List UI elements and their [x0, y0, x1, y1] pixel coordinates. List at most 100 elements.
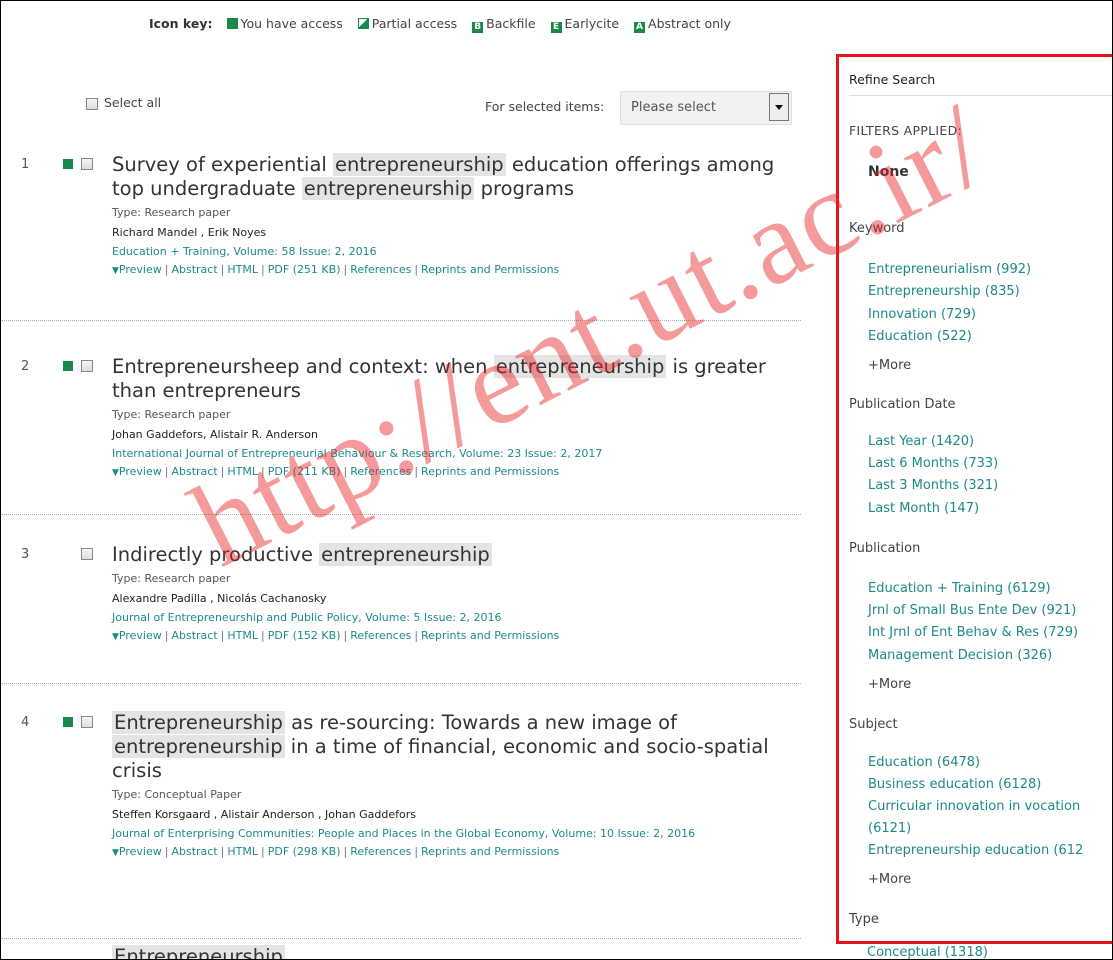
select-all-checkbox[interactable] — [86, 97, 98, 110]
result-links: ▼Preview | Abstract | HTML | PDF (211 KB) | Refe… — [112, 465, 560, 478]
facet-item[interactable]: Last 3 Months (321) — [868, 478, 998, 493]
refine-search-panel: Refine Search FILTERS APPLIED: None Keyw… — [836, 54, 1112, 944]
page-frame: Icon key: You have access Partial access… — [0, 0, 1113, 960]
full-access-icon — [226, 18, 238, 29]
facet-item[interactable]: Jrnl of Small Bus Ente Dev (921) — [868, 603, 1076, 618]
reprints-link[interactable]: Reprints and Permissions — [421, 629, 559, 642]
icon-key-item: Abstract only — [648, 16, 731, 31]
facet-title-type: Type — [849, 912, 879, 927]
result-number: 1 — [21, 157, 30, 172]
preview-link[interactable]: Preview — [119, 465, 162, 478]
facet-item[interactable]: Entrepreneurialism (992) — [868, 262, 1031, 277]
result-number: 3 — [21, 547, 30, 562]
result-divider — [1, 320, 801, 321]
filters-applied-value: None — [868, 164, 909, 180]
result-title-link[interactable]: Entrepreneurship as re-sourcing: Towards… — [112, 711, 802, 783]
partial-access-icon — [357, 18, 369, 29]
abstract-link[interactable]: Abstract — [171, 629, 217, 642]
icon-key: Icon key: You have access Partial access… — [149, 16, 731, 33]
full-access-icon — [63, 159, 73, 169]
facet-item[interactable]: Last Year (1420) — [868, 434, 974, 449]
abstract-only-icon: A — [634, 22, 646, 33]
result-title-link[interactable]: Entrepreneursheep and context: when entr… — [112, 355, 802, 403]
result-authors: Johan Gaddefors, Alistair R. Anderson — [112, 428, 318, 441]
icon-key-item: You have access — [240, 16, 343, 31]
result-journal-link[interactable]: Education + Training, Volume: 58 Issue: … — [112, 244, 802, 260]
icon-key-item: Earlycite — [564, 16, 620, 31]
pdf-link[interactable]: PDF (211 KB) — [268, 465, 341, 478]
refine-search-title: Refine Search — [849, 72, 936, 87]
html-link[interactable]: HTML — [227, 465, 258, 478]
publication-more-link[interactable]: +More — [868, 677, 911, 692]
html-link[interactable]: HTML — [227, 845, 258, 858]
caret-down-icon: ▼ — [112, 266, 119, 276]
select-all-label: Select all — [104, 95, 162, 110]
facet-item[interactable]: Education + Training (6129) — [868, 581, 1051, 596]
result-divider — [1, 514, 801, 515]
result-title-link[interactable]: Entrepreneurship — [112, 945, 802, 959]
result-authors: Steffen Korsgaard , Alistair Anderson , … — [112, 808, 416, 821]
facet-title-publication-date: Publication Date — [849, 397, 956, 412]
facet-item[interactable]: Last 6 Months (733) — [868, 456, 998, 471]
abstract-link[interactable]: Abstract — [171, 465, 217, 478]
references-link[interactable]: References — [350, 465, 411, 478]
result-type: Type: Research paper — [112, 408, 231, 421]
references-link[interactable]: References — [350, 629, 411, 642]
html-link[interactable]: HTML — [227, 263, 258, 276]
result-checkbox[interactable] — [81, 716, 93, 728]
facet-item[interactable]: Curricular innovation in vocation — [868, 799, 1080, 814]
facet-item[interactable]: Business education (6128) — [868, 777, 1041, 792]
preview-link[interactable]: Preview — [119, 263, 162, 276]
full-access-icon — [63, 361, 73, 371]
abstract-link[interactable]: Abstract — [171, 845, 217, 858]
references-link[interactable]: References — [350, 263, 411, 276]
abstract-link[interactable]: Abstract — [171, 263, 217, 276]
reprints-link[interactable]: Reprints and Permissions — [421, 845, 559, 858]
bulk-action-value: Please select — [631, 100, 716, 115]
preview-link[interactable]: Preview — [119, 629, 162, 642]
facet-item[interactable]: Entrepreneurship (835) — [868, 284, 1020, 299]
facet-item[interactable]: (6121) — [868, 821, 911, 836]
facet-item[interactable]: Innovation (729) — [868, 307, 976, 322]
preview-link[interactable]: Preview — [119, 845, 162, 858]
references-link[interactable]: References — [350, 845, 411, 858]
pdf-link[interactable]: PDF (251 KB) — [268, 263, 341, 276]
backfile-icon: B — [472, 22, 484, 33]
filters-applied-label: FILTERS APPLIED: — [849, 123, 963, 138]
result-authors: Richard Mandel , Erik Noyes — [112, 226, 267, 239]
selection-toolbar: Select all For selected items: Please se… — [86, 91, 793, 127]
html-link[interactable]: HTML — [227, 629, 258, 642]
select-all[interactable]: Select all — [86, 95, 161, 110]
facet-title-keyword: Keyword — [849, 221, 905, 236]
facet-item[interactable]: Entrepreneurship education (612 — [868, 843, 1083, 858]
full-access-icon — [63, 717, 73, 727]
facet-title-subject: Subject — [849, 717, 898, 732]
result-links: ▼Preview | Abstract | HTML | PDF (152 KB) | Refe… — [112, 629, 560, 642]
facet-item[interactable]: Education (6478) — [868, 755, 980, 770]
result-title-link[interactable]: Survey of experiential entrepreneurship … — [112, 153, 802, 201]
bulk-action-select[interactable]: Please select — [620, 91, 792, 125]
result-checkbox[interactable] — [81, 158, 93, 170]
result-journal-link[interactable]: Journal of Entrepreneurship and Public P… — [112, 610, 802, 626]
subject-more-link[interactable]: +More — [868, 872, 911, 887]
keyword-more-link[interactable]: +More — [868, 358, 911, 373]
facet-item[interactable]: Int Jrnl of Ent Behav & Res (729) — [868, 625, 1078, 640]
facet-item[interactable]: Education (522) — [868, 329, 972, 344]
result-checkbox[interactable] — [81, 360, 93, 372]
result-title-link[interactable]: Indirectly productive entrepreneurship — [112, 543, 802, 567]
panel-divider — [849, 95, 1112, 96]
reprints-link[interactable]: Reprints and Permissions — [421, 465, 559, 478]
chevron-down-icon[interactable] — [769, 93, 789, 121]
result-links: ▼Preview | Abstract | HTML | PDF (298 KB) | Refe… — [112, 845, 560, 858]
reprints-link[interactable]: Reprints and Permissions — [421, 263, 559, 276]
caret-down-icon: ▼ — [112, 468, 119, 478]
pdf-link[interactable]: PDF (298 KB) — [268, 845, 341, 858]
facet-item[interactable]: Management Decision (326) — [868, 648, 1052, 663]
result-journal-link[interactable]: Journal of Enterprising Communities: Peo… — [112, 826, 802, 842]
result-journal-link[interactable]: International Journal of Entrepreneurial… — [112, 446, 802, 462]
result-checkbox[interactable] — [81, 548, 93, 560]
facet-item[interactable]: Last Month (147) — [868, 501, 979, 516]
pdf-link[interactable]: PDF (152 KB) — [268, 629, 341, 642]
facet-item[interactable]: Conceptual (1318) — [867, 945, 988, 959]
icon-key-item: Backfile — [486, 16, 536, 31]
